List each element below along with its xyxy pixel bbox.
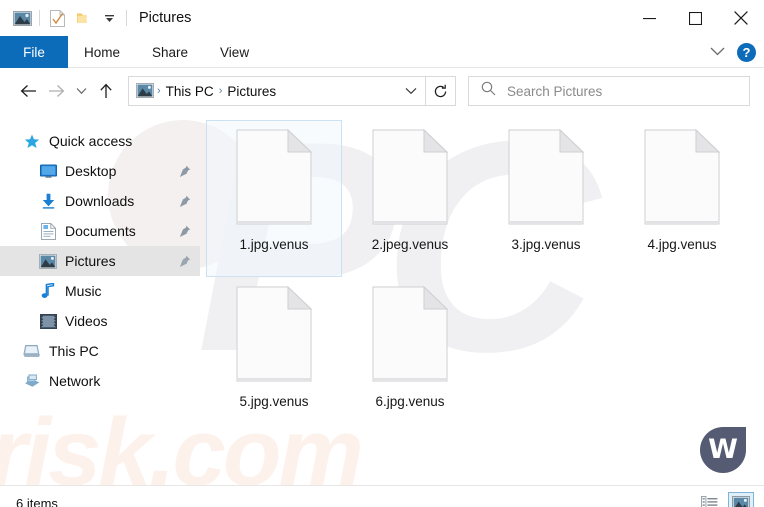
desktop-icon (38, 162, 58, 180)
music-icon (38, 282, 58, 300)
window-title: Pictures (139, 10, 192, 26)
recent-locations-icon[interactable] (70, 76, 92, 106)
search-input[interactable]: Search Pictures (468, 76, 750, 106)
minimize-button[interactable] (626, 0, 672, 36)
sidebar-label: Quick access (49, 133, 133, 149)
videos-icon (38, 312, 58, 330)
pin-icon[interactable] (178, 255, 192, 268)
sidebar-label: Network (49, 373, 101, 389)
title-bar: Pictures (0, 0, 764, 36)
status-bar: 6 items (0, 485, 764, 507)
pictures-icon (136, 83, 154, 99)
breadcrumb[interactable]: › This PC › Pictures (128, 76, 426, 106)
star-icon (22, 132, 42, 150)
this-pc-icon (22, 342, 42, 360)
file-name: 3.jpg.venus (511, 237, 581, 252)
window-controls (626, 0, 764, 36)
up-icon[interactable] (92, 76, 120, 106)
back-icon[interactable] (14, 76, 42, 106)
file-item[interactable]: 6.jpg.venus (342, 277, 478, 434)
file-name: 4.jpg.venus (647, 237, 717, 252)
ribbon-right-controls: ? (710, 36, 756, 68)
generic-file-icon (372, 129, 448, 225)
file-name: 2.jpeg.venus (371, 237, 449, 252)
documents-icon (38, 222, 58, 240)
quick-access-toolbar (0, 5, 131, 31)
tab-home[interactable]: Home (68, 36, 136, 68)
customize-quick-access-icon[interactable] (96, 5, 122, 31)
generic-file-icon (644, 129, 720, 225)
ribbon-tab-bar: File Home Share View ? (0, 36, 764, 68)
generic-file-icon (372, 286, 448, 382)
address-bar: › This PC › Pictures Search Pictures (0, 68, 764, 114)
sidebar-item-videos[interactable]: Videos (0, 306, 200, 336)
breadcrumb-dropdown-icon[interactable] (399, 87, 423, 95)
pin-icon[interactable] (178, 225, 192, 238)
sidebar-label: This PC (49, 343, 99, 359)
tab-share[interactable]: Share (136, 36, 204, 68)
new-folder-icon[interactable] (70, 5, 96, 31)
help-icon[interactable]: ? (737, 42, 756, 62)
sidebar-item-this-pc[interactable]: This PC (0, 336, 200, 366)
generic-file-icon (508, 129, 584, 225)
file-name: 1.jpg.venus (239, 237, 309, 252)
breadcrumb-item-pictures[interactable]: Pictures (223, 84, 280, 99)
pin-icon[interactable] (178, 195, 192, 208)
navigation-buttons (14, 76, 120, 106)
file-item[interactable]: 5.jpg.venus (206, 277, 342, 434)
sidebar-label: Desktop (65, 163, 117, 179)
pin-icon[interactable] (178, 165, 192, 178)
pictures-icon (38, 252, 58, 270)
file-explorer-window: PC risk.com Pictures File Home Share Vie… (0, 0, 764, 507)
generic-file-icon (236, 129, 312, 225)
file-item[interactable]: 2.jpeg.venus (342, 120, 478, 277)
generic-file-icon (236, 286, 312, 382)
sidebar-label: Downloads (65, 193, 135, 209)
sidebar-label: Pictures (65, 253, 116, 269)
view-toggle-group (696, 491, 754, 507)
forward-icon[interactable] (42, 76, 70, 106)
sidebar-item-desktop[interactable]: Desktop (0, 156, 200, 186)
search-icon (481, 81, 496, 101)
details-view-button[interactable] (696, 492, 722, 507)
watermark-logo: W (700, 427, 746, 473)
sidebar-label: Documents (65, 223, 136, 239)
breadcrumb-item-this-pc[interactable]: This PC (162, 84, 218, 99)
file-name: 5.jpg.venus (239, 394, 309, 409)
sidebar-label: Music (65, 283, 102, 299)
sidebar-item-music[interactable]: Music (0, 276, 200, 306)
toolbar-separator-2 (126, 10, 127, 26)
sidebar-item-pictures[interactable]: Pictures (0, 246, 200, 276)
sidebar-item-quick-access[interactable]: Quick access (0, 126, 200, 156)
file-item[interactable]: 3.jpg.venus (478, 120, 614, 277)
file-list-view[interactable]: 1.jpg.venus 2.jpeg.venus 3.jpg.venus 4.j… (200, 114, 764, 485)
close-button[interactable] (718, 0, 764, 36)
content-area: Quick access Desktop Downloads Documents… (0, 114, 764, 485)
file-item[interactable]: 4.jpg.venus (614, 120, 750, 277)
sidebar-item-documents[interactable]: Documents (0, 216, 200, 246)
network-icon (22, 372, 42, 390)
navigation-pane: Quick access Desktop Downloads Documents… (0, 114, 200, 485)
maximize-button[interactable] (672, 0, 718, 36)
toolbar-separator-1 (39, 10, 40, 26)
large-icons-view-button[interactable] (728, 491, 754, 507)
pictures-library-icon[interactable] (9, 5, 35, 31)
search-placeholder: Search Pictures (507, 83, 603, 99)
sidebar-item-downloads[interactable]: Downloads (0, 186, 200, 216)
chevron-down-icon[interactable] (710, 43, 725, 61)
file-grid: 1.jpg.venus 2.jpeg.venus 3.jpg.venus 4.j… (206, 120, 764, 434)
tab-file[interactable]: File (0, 36, 68, 68)
sidebar-label: Videos (65, 313, 108, 329)
file-name: 6.jpg.venus (375, 394, 445, 409)
properties-icon[interactable] (44, 5, 70, 31)
file-item[interactable]: 1.jpg.venus (206, 120, 342, 277)
downloads-icon (38, 192, 58, 210)
watermark-logo-letter: W (708, 433, 738, 465)
refresh-button[interactable] (426, 76, 456, 106)
tab-view[interactable]: View (204, 36, 265, 68)
sidebar-item-network[interactable]: Network (0, 366, 200, 396)
item-count-label: 6 items (16, 496, 58, 507)
